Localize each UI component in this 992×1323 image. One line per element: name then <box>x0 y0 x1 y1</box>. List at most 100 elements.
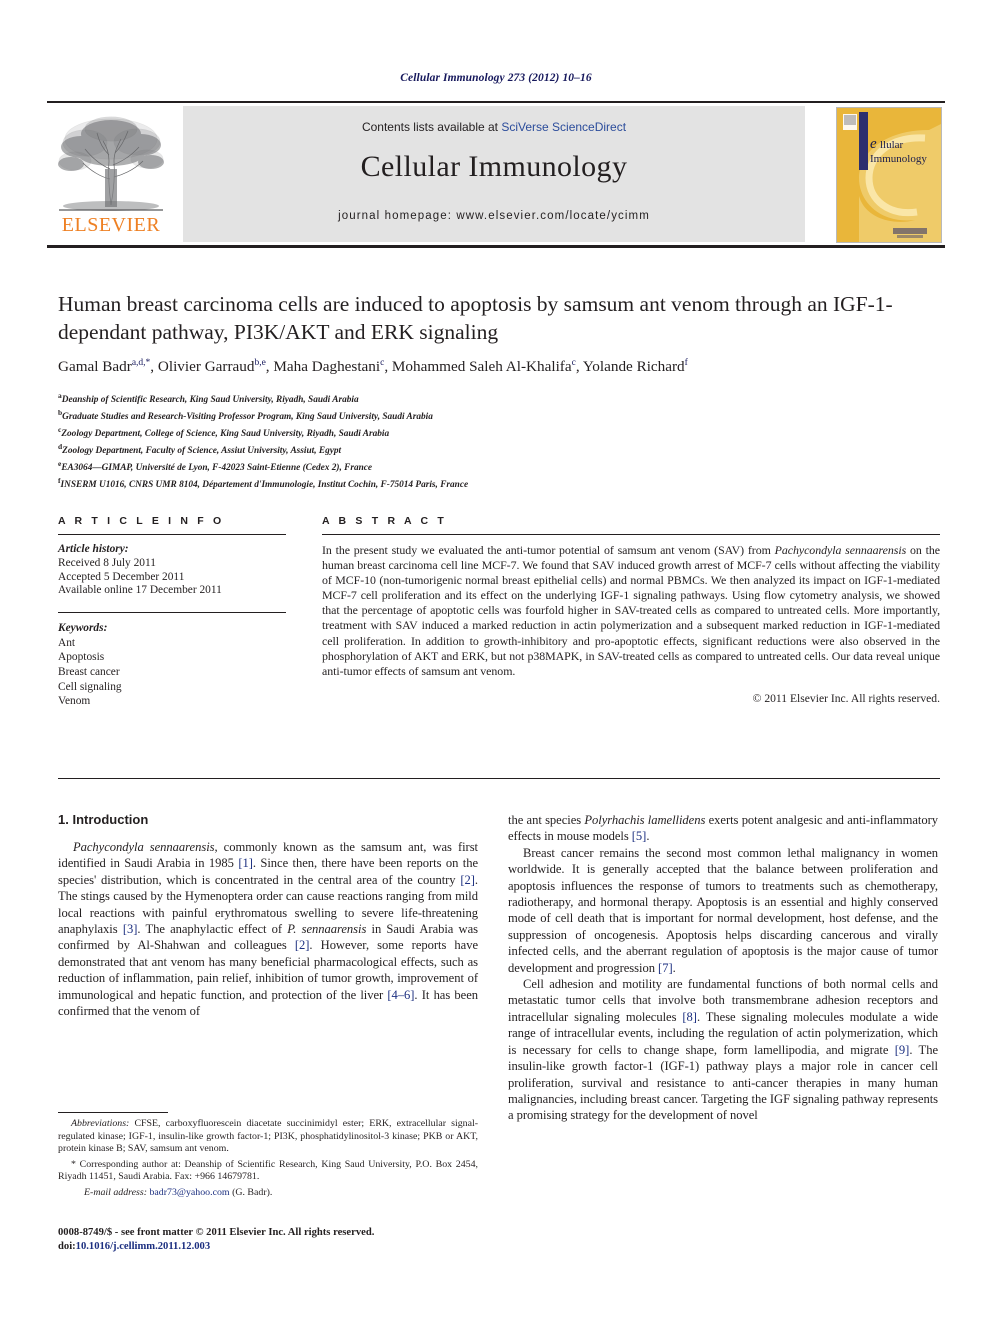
footnote-email: E-mail address: badr73@yahoo.com (G. Bad… <box>58 1187 478 1200</box>
doi-prefix: doi: <box>58 1240 76 1252</box>
author-affil-marker: c <box>380 358 385 368</box>
author-item: Maha Daghestanic <box>273 358 384 375</box>
author-item: Olivier Garraudb,e <box>158 358 266 375</box>
author-affil-marker: f <box>684 358 688 368</box>
abstract-part-1: In the present study we evaluated the an… <box>322 543 775 557</box>
abstract-text: In the present study we evaluated the an… <box>322 543 940 679</box>
keywords-divider <box>58 612 286 614</box>
affiliation-text: Graduate Studies and Research-Visiting P… <box>62 412 433 423</box>
elsevier-logo: ELSEVIER <box>51 109 171 239</box>
email-link[interactable]: badr73@yahoo.com <box>149 1187 229 1198</box>
journal-homepage-link[interactable]: journal homepage: www.elsevier.com/locat… <box>183 210 805 222</box>
doi-link[interactable]: 10.1016/j.cellimm.2011.12.003 <box>76 1241 210 1252</box>
body-column-left: 1. Introduction Pachycondyla sennaarensi… <box>58 812 478 1019</box>
citation-ref-8[interactable]: [8] <box>682 1010 697 1024</box>
affiliation-item: bGraduate Studies and Research-Visiting … <box>58 407 758 424</box>
affiliation-text: Zoology Department, Faculty of Science, … <box>62 446 342 457</box>
author-item: Yolande Richardf <box>583 358 688 375</box>
abbreviations-label: Abbreviations: <box>71 1118 130 1129</box>
affiliation-item: aDeanship of Scientific Research, King S… <box>58 390 758 407</box>
email-suffix: (G. Badr). <box>229 1186 273 1198</box>
elsevier-tree-icon <box>58 116 164 211</box>
keywords-label: Keywords: <box>58 622 108 635</box>
affiliation-list: aDeanship of Scientific Research, King S… <box>58 390 758 492</box>
author-name: Yolande Richard <box>582 358 685 376</box>
intro-text-4: . The anaphylactic effect of <box>137 922 288 937</box>
journal-article-page: Cellular Immunology 273 (2012) 10–16 ELS… <box>0 0 992 1323</box>
affiliation-item: dZoology Department, Faculty of Science,… <box>58 441 758 458</box>
body-column-right: the ant species Polyrhachis lamellidens … <box>508 812 938 1124</box>
sciencedirect-link[interactable]: SciVerse ScienceDirect <box>501 120 626 134</box>
article-history-label: Article history: <box>58 543 129 555</box>
article-info-rule <box>58 534 286 535</box>
citation-ref-9[interactable]: [9] <box>895 1043 910 1057</box>
affiliation-text: Zoology Department, College of Science, … <box>61 429 390 440</box>
author-item: Gamal Badra,d,* <box>58 358 150 375</box>
article-info-column: A R T I C L E I N F O Article history: R… <box>58 515 286 709</box>
citation-ref-3[interactable]: [3] <box>123 922 138 936</box>
svg-text:e: e <box>870 136 877 152</box>
keyword-item: Ant <box>58 636 76 649</box>
keyword-item: Cell signaling <box>58 680 122 693</box>
citation-ref-5[interactable]: [4–6] <box>387 988 414 1002</box>
affiliation-text: EA3064—GIMAP, Université de Lyon, F-4202… <box>61 463 373 474</box>
keyword-item: Breast cancer <box>58 665 120 678</box>
affiliation-text: Deanship of Scientific Research, King Sa… <box>61 395 359 406</box>
abstract-species-name: Pachycondyla sennaarensis <box>774 543 907 557</box>
email-address-label: E-mail address: <box>84 1186 147 1198</box>
section-heading-introduction: 1. Introduction <box>58 812 149 827</box>
issn-line: 0008-8749/$ - see front matter © 2011 El… <box>58 1227 375 1238</box>
species-italic-polyrhachis: Polyrhachis lamellidens <box>584 813 706 827</box>
citation-ref-7[interactable]: [7] <box>658 961 673 975</box>
contents-prefix-text: Contents lists available at <box>361 120 502 134</box>
author-item: Mohammed Saleh Al-Khalifac <box>392 358 576 375</box>
page-title: Human breast carcinoma cells are induced… <box>58 292 893 344</box>
paragraph-intro-right-3: Cell adhesion and motility are fundament… <box>508 976 938 1124</box>
article-history-block: Article history: Received 8 July 2011 Ac… <box>58 543 286 598</box>
affiliation-item: eEA3064—GIMAP, Université de Lyon, F-420… <box>58 458 758 475</box>
footnote-corresponding-author: * Corresponding author at: Deanship of S… <box>58 1158 478 1183</box>
imprint-block: 0008-8749/$ - see front matter © 2011 El… <box>58 1226 508 1253</box>
author-list: Gamal Badra,d,*, Olivier Garraudb,e, Mah… <box>58 358 688 376</box>
svg-text:llular: llular <box>880 139 904 151</box>
affiliation-item: fINSERM U1016, CNRS UMR 8104, Départemen… <box>58 475 758 492</box>
affiliation-item: cZoology Department, College of Science,… <box>58 424 758 441</box>
history-accepted: Accepted 5 December 2011 <box>58 570 185 583</box>
author-affil-marker: c <box>571 358 576 368</box>
paragraph-intro-right-2: Breast cancer remains the second most co… <box>508 845 938 976</box>
abstract-copyright: © 2011 Elsevier Inc. All rights reserved… <box>752 691 940 705</box>
citation-ref-6[interactable]: [5] <box>632 829 647 843</box>
running-head: Cellular Immunology 273 (2012) 10–16 <box>400 72 592 84</box>
species-italic: Pachycondyla sennaarensis <box>73 840 215 854</box>
history-received: Received 8 July 2011 <box>58 556 156 569</box>
history-available-online: Available online 17 December 2011 <box>58 584 222 597</box>
footnote-divider <box>58 1112 168 1113</box>
svg-text:Immunology: Immunology <box>870 153 927 165</box>
right-text-3: . <box>646 829 650 844</box>
right-text-5: . <box>672 960 676 975</box>
affiliation-text: INSERM U1016, CNRS UMR 8104, Département… <box>60 480 469 491</box>
abstract-column: A B S T R A C T In the present study we … <box>322 515 940 705</box>
journal-title: Cellular Immunology <box>360 150 628 183</box>
article-info-heading: A R T I C L E I N F O <box>58 515 225 527</box>
paragraph-intro-right-1: the ant species Polyrhachis lamellidens … <box>508 812 938 845</box>
citation-ref-1[interactable]: [1] <box>238 856 253 870</box>
author-affil-marker: a,d,* <box>131 358 151 368</box>
journal-masthead: ELSEVIER Contents lists available at Sci… <box>47 101 945 248</box>
keyword-item: Apoptosis <box>58 651 105 664</box>
right-text-4: Breast cancer remains the second most co… <box>508 845 938 975</box>
journal-cover-thumbnail: e llular Immunology <box>836 107 942 243</box>
species-italic-short: P. sennaarensis <box>287 922 367 937</box>
abstract-rule <box>322 534 940 535</box>
author-affil-marker: b,e <box>254 358 266 368</box>
citation-ref-2[interactable]: [2] <box>460 873 475 887</box>
author-name: Gamal Badr <box>58 358 132 376</box>
author-name: Mohammed Saleh Al-Khalifa <box>391 358 572 376</box>
masthead-banner: Contents lists available at SciVerse Sci… <box>183 106 805 242</box>
author-name: Maha Daghestani <box>273 358 381 376</box>
author-name: Olivier Garraud <box>157 358 255 376</box>
citation-ref-4[interactable]: [2] <box>295 938 310 952</box>
abstract-bottom-rule <box>58 778 940 779</box>
footnote-block: Abbreviations: CFSE, carboxyfluorescein … <box>58 1118 478 1202</box>
elsevier-wordmark: ELSEVIER <box>61 214 161 236</box>
